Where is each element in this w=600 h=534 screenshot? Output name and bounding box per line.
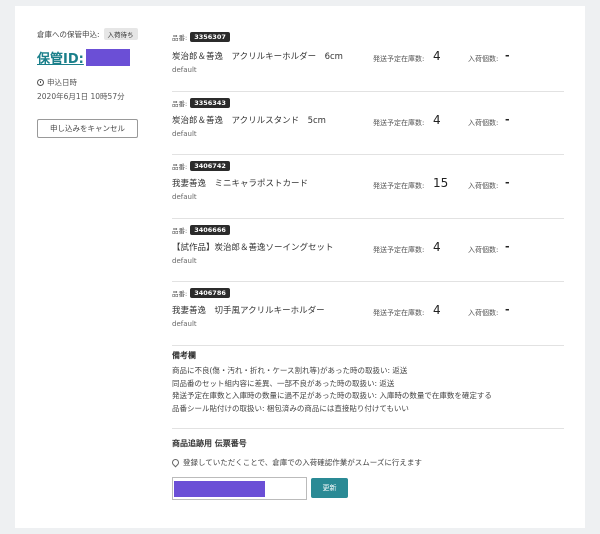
item-code: 3356307 (190, 32, 230, 42)
ship-stock-value: 4 (433, 239, 441, 254)
item-code-row: 品番: 3406666 (172, 224, 230, 235)
item-code-label: 品番: (172, 99, 188, 108)
location-pin-icon (170, 457, 181, 468)
item-name: 【試作品】炭治郎＆善逸ソーイングセット (172, 242, 334, 253)
item-code-row: 品番: 3356343 (172, 97, 230, 108)
storage-id-link[interactable]: 保管ID: (37, 48, 162, 67)
update-button[interactable]: 更新 (311, 478, 348, 498)
section-divider (172, 428, 564, 429)
ship-stock-value: 4 (433, 49, 441, 63)
list-item: 品番: 3356307 炭治郎＆善逸 アクリルキーホルダー 6cm defaul… (172, 28, 564, 92)
note-line: 同品番のセット組内容に差異、一部不良があった時の取扱い: 返送 (172, 378, 395, 388)
list-item: 品番: 3406666 【試作品】炭治郎＆善逸ソーイングセット default … (172, 219, 564, 282)
notes-title: 備考欄 (172, 351, 196, 360)
item-code-label: 品番: (172, 34, 188, 42)
received-count-value: - (505, 303, 510, 316)
received-count-value: - (505, 112, 510, 126)
cancel-request-button[interactable]: 申し込みをキャンセル (37, 119, 138, 138)
item-name: 我妻善逸 ミニキャラポストカード (172, 179, 309, 189)
item-variant: default (172, 256, 197, 265)
request-kind-row: 倉庫への保管申込: 入荷待ち (37, 28, 162, 40)
item-name: 我妻善逸 切手風アクリルキーホルダー (172, 306, 325, 316)
storage-id-label: 保管ID: (37, 52, 84, 67)
item-code-row: 品番: 3406786 (172, 288, 230, 298)
received-count-label: 入荷個数: (468, 182, 499, 190)
request-date-label-row: 申込日時 (37, 77, 162, 88)
list-item: 品番: 3356343 炭治郎＆善逸 アクリルスタンド 5cm default … (172, 92, 564, 155)
item-code-label: 品番: (172, 290, 188, 298)
item-code-label: 品番: (172, 226, 188, 235)
list-item: 品番: 3406742 我妻善逸 ミニキャラポストカード default 発送予… (172, 155, 564, 219)
ship-stock-value: 4 (433, 112, 441, 127)
item-code: 3406666 (190, 224, 230, 235)
received-count-label: 入荷個数: (468, 245, 499, 254)
received-count-label: 入荷個数: (468, 118, 499, 127)
request-date-label: 申込日時 (47, 78, 77, 87)
ship-stock-label: 発送予定在庫数: (373, 245, 425, 254)
item-code: 3406742 (190, 161, 230, 171)
received-count-label: 入荷個数: (468, 309, 499, 317)
tracking-number-input[interactable] (172, 477, 307, 500)
item-variant: default (172, 66, 197, 74)
received-count-value: - (505, 176, 510, 189)
item-variant: default (172, 193, 197, 201)
request-summary: 倉庫への保管申込: 入荷待ち 保管ID: 申込日時 2020年6月1日 10時5… (37, 28, 162, 138)
ship-stock-value: 15 (433, 176, 449, 190)
request-date-value: 2020年6月1日 10時57分 (37, 92, 125, 101)
note-line: 商品に不良(傷・汚れ・折れ・ケース割れ等)があった時の取扱い: 返送 (172, 366, 408, 375)
list-item: 品番: 3406786 我妻善逸 切手風アクリルキーホルダー default 発… (172, 282, 564, 346)
item-name: 炭治郎＆善逸 アクリルキーホルダー 6cm (172, 52, 343, 62)
tracking-hint-row: 登録していただくことで、倉庫での入荷確認作業がスムーズに行えます (170, 457, 564, 468)
ship-stock-label: 発送予定在庫数: (373, 118, 425, 127)
tracking-title: 商品追跡用 伝票番号 (172, 439, 247, 448)
item-code-row: 品番: 3356307 (172, 32, 230, 42)
storage-request-card: 倉庫への保管申込: 入荷待ち 保管ID: 申込日時 2020年6月1日 10時5… (15, 6, 585, 528)
tracking-hint: 登録していただくことで、倉庫での入荷確認作業がスムーズに行えます (183, 458, 422, 467)
item-variant: default (172, 129, 197, 138)
received-count-value: - (505, 239, 510, 253)
received-count-value: - (505, 49, 510, 62)
item-variant: default (172, 320, 197, 328)
item-name: 炭治郎＆善逸 アクリルスタンド 5cm (172, 115, 326, 126)
redacted-tracking-number (174, 481, 265, 497)
ship-stock-value: 4 (433, 303, 441, 317)
status-badge: 入荷待ち (103, 28, 138, 40)
note-line: 発送予定在庫数と入庫時の数量に過不足があった時の取扱い: 入庫時の数量で在庫数を… (172, 391, 492, 400)
redacted-storage-id (85, 49, 130, 66)
item-code: 3356343 (190, 97, 230, 108)
note-line: 品番シール貼付けの取扱い: 梱包済みの商品には直接貼り付けてもいい (172, 403, 409, 413)
item-code: 3406786 (190, 288, 230, 298)
request-kind-label: 倉庫への保管申込: (37, 29, 100, 39)
ship-stock-label: 発送予定在庫数: (373, 55, 425, 63)
received-count-label: 入荷個数: (468, 55, 499, 63)
clock-icon (37, 79, 44, 86)
ship-stock-label: 発送予定在庫数: (373, 309, 425, 317)
item-code-row: 品番: 3406742 (172, 161, 230, 171)
item-list: 品番: 3356307 炭治郎＆善逸 アクリルキーホルダー 6cm defaul… (172, 28, 564, 346)
notes-section: 備考欄 商品に不良(傷・汚れ・折れ・ケース割れ等)があった時の取扱い: 返送 同… (172, 350, 564, 415)
tracking-section: 商品追跡用 伝票番号 登録していただくことで、倉庫での入荷確認作業がスムーズに行… (170, 438, 564, 500)
item-code-label: 品番: (172, 163, 188, 171)
ship-stock-label: 発送予定在庫数: (373, 182, 425, 190)
